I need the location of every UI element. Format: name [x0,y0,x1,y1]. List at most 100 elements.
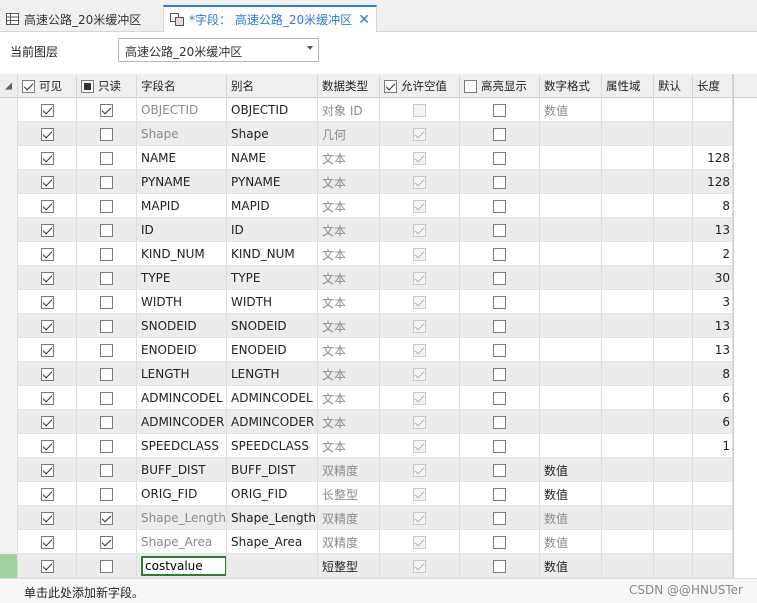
header-data-type[interactable]: 数据类型 [318,74,380,98]
field-name-cell[interactable]: OBJECTID [137,98,227,122]
alias-cell[interactable]: LENGTH [227,362,318,386]
allow-null-cell[interactable] [380,554,460,578]
readonly-checkbox[interactable] [100,415,113,429]
header-allow-null[interactable]: 允许空值 [380,74,460,98]
data-type-cell[interactable]: 文本 [318,194,380,218]
data-type-cell[interactable]: 文本 [318,242,380,266]
row-selector[interactable] [0,458,18,482]
visible-checkbox[interactable] [40,463,54,477]
row-selector[interactable] [0,554,18,578]
highlight-checkbox[interactable] [493,319,506,333]
table-row[interactable]: Shape_Length Shape_Length 双精度 数值 [0,506,733,530]
default-cell[interactable] [654,482,693,506]
highlight-cell[interactable] [460,530,540,554]
table-row[interactable]: NAME NAME 文本 128 [0,146,733,170]
allow-null-cell[interactable] [380,410,460,434]
highlight-cell[interactable] [460,146,540,170]
default-cell[interactable] [654,170,693,194]
visible-checkbox[interactable] [40,271,54,285]
field-name-cell[interactable]: ID [137,218,227,242]
highlight-cell[interactable] [460,506,540,530]
readonly-cell[interactable] [77,218,137,242]
data-type-cell[interactable]: 文本 [318,170,380,194]
header-allow-null-checkbox[interactable] [384,79,397,93]
domain-cell[interactable] [602,170,654,194]
default-cell[interactable] [654,410,693,434]
highlight-cell[interactable] [460,290,540,314]
highlight-cell[interactable] [460,410,540,434]
field-name-cell[interactable]: ENODEID [137,338,227,362]
close-icon[interactable]: ✕ [358,12,370,28]
allow-null-cell[interactable] [380,98,460,122]
readonly-cell[interactable] [77,242,137,266]
field-name-cell[interactable]: Shape_Length [137,506,227,530]
highlight-checkbox[interactable] [493,415,506,429]
readonly-cell[interactable] [77,338,137,362]
data-type-cell[interactable]: 双精度 [318,458,380,482]
alias-cell[interactable]: WIDTH [227,290,318,314]
domain-cell[interactable] [602,146,654,170]
data-type-cell[interactable]: 长整型 [318,482,380,506]
domain-cell[interactable] [602,362,654,386]
field-name-cell[interactable]: SPEEDCLASS [137,434,227,458]
number-format-cell[interactable] [540,218,602,242]
allow-null-cell[interactable] [380,458,460,482]
allow-null-cell[interactable] [380,482,460,506]
readonly-checkbox[interactable] [100,343,113,357]
domain-cell[interactable] [602,506,654,530]
domain-cell[interactable] [602,98,654,122]
visible-checkbox[interactable] [40,415,54,429]
highlight-cell[interactable] [460,170,540,194]
number-format-cell[interactable]: 数值 [540,554,602,578]
alias-cell[interactable]: NAME [227,146,318,170]
highlight-checkbox[interactable] [493,247,506,261]
number-format-cell[interactable]: 数值 [540,98,602,122]
header-readonly[interactable]: 只读 [77,74,137,98]
readonly-cell[interactable] [77,194,137,218]
alias-cell[interactable]: MAPID [227,194,318,218]
highlight-checkbox[interactable] [493,535,506,549]
highlight-cell[interactable] [460,434,540,458]
tab-attribute-table[interactable]: 高速公路_20米缓冲区 [0,6,160,32]
readonly-checkbox[interactable] [100,175,113,189]
readonly-checkbox[interactable] [100,391,113,405]
length-cell[interactable] [693,98,733,122]
data-type-cell[interactable]: 双精度 [318,530,380,554]
allow-null-cell[interactable] [380,266,460,290]
header-visible-checkbox[interactable] [22,79,35,93]
table-row[interactable]: ID ID 文本 13 [0,218,733,242]
field-name-cell[interactable]: TYPE [137,266,227,290]
table-row[interactable]: ENODEID ENODEID 文本 13 [0,338,733,362]
readonly-checkbox[interactable] [100,127,113,141]
data-type-cell[interactable]: 对象 ID [318,98,380,122]
visible-cell[interactable] [18,122,77,146]
field-name-cell[interactable]: BUFF_DIST [137,458,227,482]
allow-null-cell[interactable] [380,362,460,386]
visible-checkbox[interactable] [40,295,54,309]
table-row[interactable]: KIND_NUM KIND_NUM 文本 2 [0,242,733,266]
length-cell[interactable]: 8 [693,194,733,218]
visible-cell[interactable] [18,554,77,578]
row-selector[interactable] [0,266,18,290]
row-selector[interactable] [0,290,18,314]
length-cell[interactable]: 13 [693,218,733,242]
add-field-link[interactable]: 单击此处添加新字段。 [24,584,144,601]
alias-cell[interactable] [227,554,318,578]
highlight-checkbox[interactable] [493,295,506,309]
readonly-checkbox[interactable] [100,463,113,477]
highlight-cell[interactable] [460,362,540,386]
number-format-cell[interactable] [540,338,602,362]
highlight-checkbox[interactable] [493,151,506,165]
domain-cell[interactable] [602,314,654,338]
readonly-checkbox[interactable] [100,199,113,213]
visible-checkbox[interactable] [40,175,54,189]
table-row[interactable]: OBJECTID OBJECTID 对象 ID 数值 [0,98,733,122]
alias-cell[interactable]: Shape [227,122,318,146]
row-selector[interactable] [0,506,18,530]
tab-fields[interactable]: *字段： 高速公路_20米缓冲区 ✕ [163,5,377,33]
highlight-checkbox[interactable] [493,487,506,501]
length-cell[interactable]: 6 [693,386,733,410]
header-highlight-checkbox[interactable] [464,79,477,93]
domain-cell[interactable] [602,242,654,266]
readonly-cell[interactable] [77,266,137,290]
